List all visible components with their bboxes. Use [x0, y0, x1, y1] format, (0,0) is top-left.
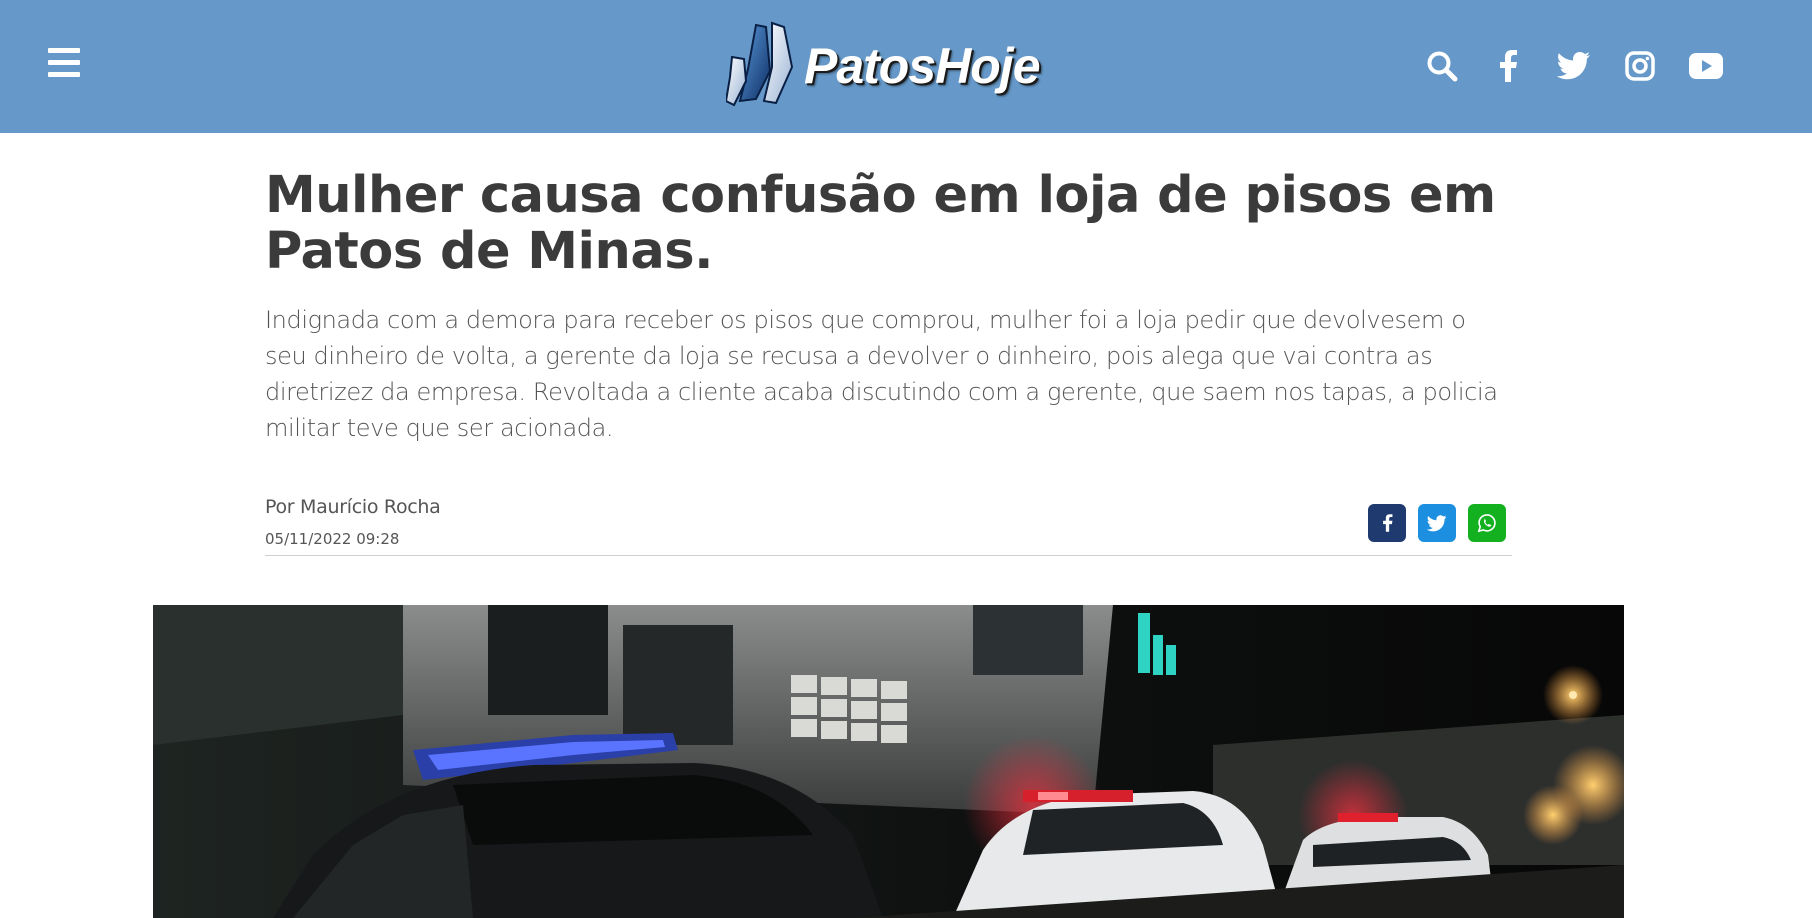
article-lede: Indignada com a demora para receber os p… [265, 306, 1498, 442]
byline: Por Maurício Rocha 05/11/2022 09:28 [265, 496, 1512, 556]
article-date: 05/11/2022 09:28 [265, 530, 400, 548]
whatsapp-share-button[interactable] [1468, 504, 1506, 542]
header-social-links [1396, 46, 1726, 86]
share-buttons [1368, 504, 1506, 542]
hamburger-menu-icon[interactable] [48, 48, 84, 82]
police-cars-night-photo [153, 605, 1624, 918]
article-title: Mulher causa confusão em loja de pisos e… [265, 166, 1496, 281]
facebook-share-button[interactable] [1368, 504, 1406, 542]
facebook-share-icon [1382, 514, 1392, 532]
search-icon[interactable] [1422, 46, 1462, 86]
twitter-share-icon [1427, 514, 1447, 531]
article-header: Mulher causa confusão em loja de pisos e… [265, 168, 1512, 446]
logo-text: PatosHoje [804, 38, 1041, 94]
twitter-share-button[interactable] [1418, 504, 1456, 542]
logo-flippers-icon [726, 21, 794, 107]
facebook-icon[interactable] [1488, 46, 1528, 86]
site-logo[interactable]: PatosHoje [726, 20, 1056, 112]
article-author[interactable]: Por Maurício Rocha [265, 496, 441, 518]
twitter-icon[interactable] [1554, 46, 1594, 86]
youtube-icon[interactable] [1686, 46, 1726, 86]
whatsapp-share-icon [1477, 514, 1496, 533]
site-header: PatosHoje [0, 0, 1812, 133]
article-hero-image [153, 605, 1624, 918]
instagram-icon[interactable] [1620, 46, 1660, 86]
